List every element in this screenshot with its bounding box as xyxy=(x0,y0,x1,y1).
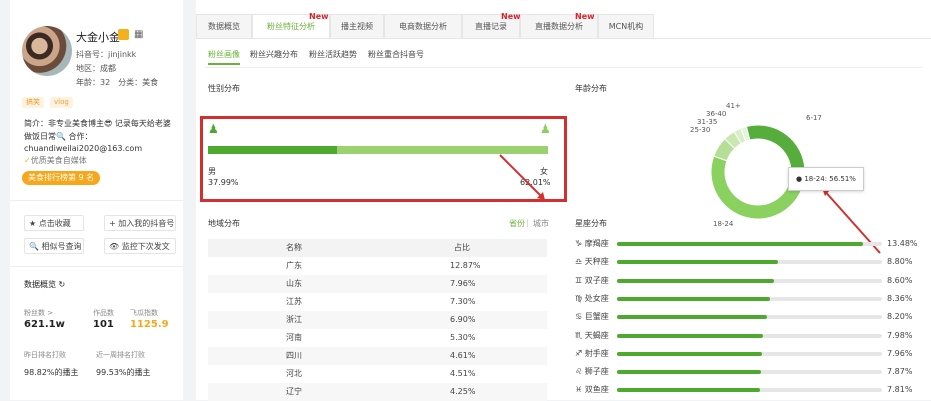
region-name: 河南 xyxy=(286,333,302,342)
region-name: 四川 xyxy=(286,351,302,360)
region-pct: 4.25% xyxy=(450,387,476,396)
zodiac-label: ♑ 摩羯座 xyxy=(575,239,609,248)
table-row: 山东 7.96% xyxy=(208,275,547,293)
region-table-header: 名称 占比 xyxy=(208,239,547,257)
zodiac-label: ♐ 射手座 xyxy=(575,348,609,358)
zodiac-label: ♏ 天蝎座 xyxy=(575,330,609,340)
table-row: 河南 5.30% xyxy=(208,329,547,347)
zodiac-pct: 8.20% xyxy=(887,312,913,322)
zodiac-bar xyxy=(617,370,761,375)
donut-slice-6-17[interactable] xyxy=(745,124,806,171)
zodiac-bar-track xyxy=(617,351,882,356)
zodiac-label: ♎ 天秤座 xyxy=(575,257,609,267)
zodiac-label: ♊ 双子座 xyxy=(575,275,609,285)
age-label-25-30: 25-30 xyxy=(690,126,710,134)
zodiac-bar xyxy=(617,260,778,265)
zodiac-bar xyxy=(617,296,770,301)
zodiac-bar-track xyxy=(617,296,882,301)
zodiac-row: ♓ 双鱼座 7.81% xyxy=(575,381,915,399)
table-row: 辽宁 4.25% xyxy=(208,383,547,401)
zodiac-bar-track xyxy=(617,370,882,375)
region-pct: 4.61% xyxy=(450,351,476,360)
col-name: 名称 xyxy=(286,243,302,252)
zodiac-bar-track xyxy=(617,333,882,338)
table-row: 河北 4.51% xyxy=(208,365,547,383)
region-pct: 4.51% xyxy=(450,369,476,378)
region-title: 地域分布 xyxy=(208,219,240,228)
zodiac-row: ♎ 天秤座 8.80% xyxy=(575,253,915,271)
zodiac-row: ♌ 狮子座 7.87% xyxy=(575,363,915,381)
zodiac-pct: 7.96% xyxy=(887,348,913,358)
zodiac-label: ♓ 双鱼座 xyxy=(575,385,609,395)
age-tooltip: ● 18-24: 56.51% xyxy=(788,167,864,191)
region-pct: 12.87% xyxy=(450,261,481,270)
age-label-41: 41+ xyxy=(726,102,741,110)
region-pct: 5.30% xyxy=(450,333,476,342)
zodiac-pct: 8.36% xyxy=(887,293,913,303)
age-label-6-17: 6-17 xyxy=(806,114,822,122)
zodiac-label: ♌ 狮子座 xyxy=(575,367,609,377)
region-pct: 6.90% xyxy=(450,315,476,324)
table-row: 江苏 7.30% xyxy=(208,293,547,311)
zodiac-bar-track xyxy=(617,242,882,246)
zodiac-pct: 8.60% xyxy=(887,275,913,285)
zodiac-bar-track xyxy=(617,388,882,393)
zodiac-bar xyxy=(617,333,763,338)
zodiac-bar xyxy=(617,242,864,246)
region-name: 辽宁 xyxy=(286,387,302,396)
zodiac-pct: 7.98% xyxy=(887,330,913,340)
zodiac-row: ♊ 双子座 8.60% xyxy=(575,272,915,290)
age-label-31-35: 31-35 xyxy=(697,118,717,126)
age-label-18-24: 18-24 xyxy=(713,220,734,228)
zodiac-bar-track xyxy=(617,315,882,320)
table-row: 浙江 6.90% xyxy=(208,311,547,329)
zodiac-row: ♍ 处女座 8.36% xyxy=(575,290,915,308)
zodiac-pct: 7.81% xyxy=(887,385,913,395)
region-pct: 7.96% xyxy=(450,279,476,288)
toggle-city[interactable]: 城市 xyxy=(533,218,549,229)
zodiac-pct: 8.80% xyxy=(887,257,913,267)
region-name: 江苏 xyxy=(286,297,302,306)
zodiac-bar xyxy=(617,278,775,283)
toggle-province[interactable]: 省份 xyxy=(509,218,525,229)
age-label-36-40: 36-40 xyxy=(706,110,726,118)
zodiac-bar-track xyxy=(617,278,882,283)
region-name: 山东 xyxy=(286,279,302,288)
zodiac-row: ♐ 射手座 7.96% xyxy=(575,345,915,363)
zodiac-row: ♋ 巨蟹座 8.20% xyxy=(575,308,915,326)
zodiac-label: ♋ 巨蟹座 xyxy=(575,312,609,322)
zodiac-pct: 7.87% xyxy=(887,367,913,377)
zodiac-bar xyxy=(617,351,763,356)
region-name: 广东 xyxy=(286,261,302,270)
zodiac-bar xyxy=(617,388,760,393)
zodiac-row: ♑ 摩羯座 13.48% xyxy=(575,235,918,253)
region-name: 河北 xyxy=(286,369,302,378)
region-pct: 7.30% xyxy=(450,297,476,306)
zodiac-row: ♏ 天蝎座 7.98% xyxy=(575,327,915,345)
region-name: 浙江 xyxy=(286,315,302,324)
table-row: 四川 4.61% xyxy=(208,347,547,365)
zodiac-label: ♍ 处女座 xyxy=(575,293,609,303)
zodiac-pct: 13.48% xyxy=(887,239,918,248)
table-row: 广东 12.87% xyxy=(208,257,547,275)
toggle-separator: | xyxy=(526,218,529,227)
zodiac-bar xyxy=(617,315,767,320)
col-pct: 占比 xyxy=(454,243,470,252)
zodiac-bar-track xyxy=(617,260,882,265)
annotation-arrow xyxy=(499,154,544,199)
zodiac-title: 星座分布 xyxy=(575,219,607,228)
